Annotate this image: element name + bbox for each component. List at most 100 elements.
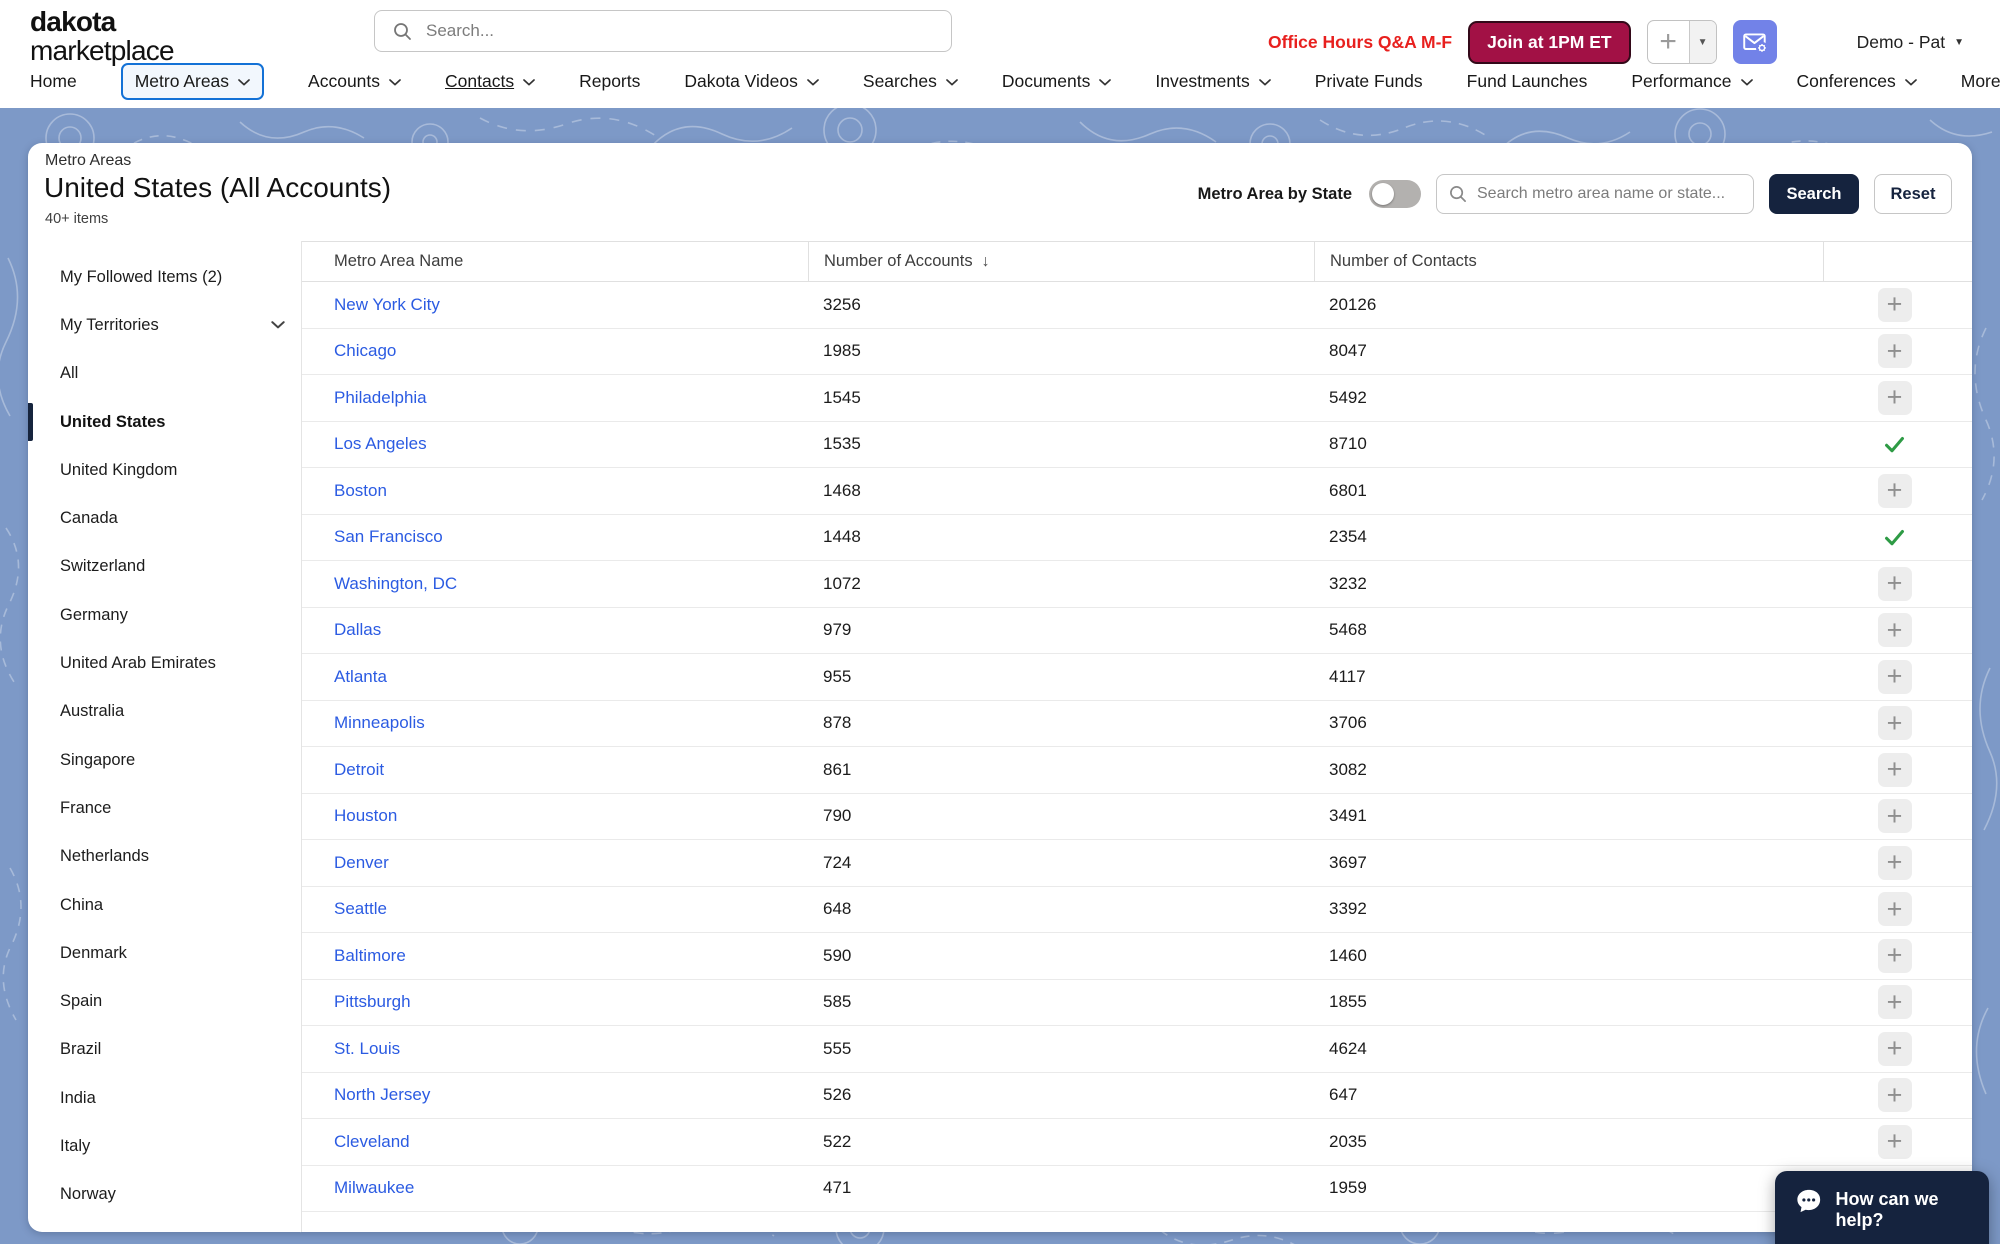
metro-filter-search[interactable]: [1436, 174, 1754, 214]
sidebar-item-spain[interactable]: Spain: [28, 977, 301, 1025]
add-to-followed-button[interactable]: +: [1877, 1031, 1912, 1066]
chevron-down-icon: [389, 78, 401, 85]
metro-area-link[interactable]: Pittsburgh: [334, 992, 411, 1011]
accounts-count-cell: 1985: [823, 341, 861, 361]
metro-area-link[interactable]: Los Angeles: [334, 434, 427, 453]
add-to-followed-button[interactable]: +: [1877, 287, 1912, 322]
metro-area-link[interactable]: Minneapolis: [334, 713, 425, 732]
nav-item-performance[interactable]: Performance: [1631, 71, 1753, 92]
add-to-followed-button[interactable]: +: [1877, 380, 1912, 415]
add-to-followed-button[interactable]: +: [1877, 845, 1912, 880]
add-to-followed-button[interactable]: +: [1877, 892, 1912, 927]
nav-item-searches[interactable]: Searches: [863, 71, 958, 92]
sidebar-item-brazil[interactable]: Brazil: [28, 1026, 301, 1074]
metro-area-link[interactable]: Washington, DC: [334, 574, 457, 593]
sidebar-item-india[interactable]: India: [28, 1074, 301, 1122]
sidebar-item-norway[interactable]: Norway: [28, 1171, 301, 1219]
add-to-followed-button[interactable]: +: [1877, 334, 1912, 369]
nav-item-reports[interactable]: Reports: [579, 71, 640, 92]
add-to-followed-button[interactable]: +: [1877, 1124, 1912, 1159]
sort-desc-icon: ↓: [981, 252, 990, 270]
nav-item-investments[interactable]: Investments: [1155, 71, 1271, 92]
sidebar-item-united-states[interactable]: United States: [28, 398, 301, 446]
accounts-count-cell: 648: [823, 899, 852, 919]
metro-area-link[interactable]: Dallas: [334, 620, 381, 639]
nav-item-private-funds[interactable]: Private Funds: [1315, 71, 1423, 92]
plus-icon: +: [1886, 707, 1903, 738]
metro-filter-input[interactable]: [1477, 185, 1737, 203]
contacts-count-cell: 6801: [1329, 480, 1367, 500]
quick-add-dropdown-button[interactable]: ▼: [1689, 21, 1716, 63]
add-to-followed-button[interactable]: +: [1877, 985, 1912, 1020]
nav-item-documents[interactable]: Documents: [1002, 71, 1112, 92]
sidebar-item-denmark[interactable]: Denmark: [28, 929, 301, 977]
search-button[interactable]: Search: [1769, 174, 1859, 214]
add-to-followed-button[interactable]: +: [1877, 659, 1912, 694]
metro-area-link[interactable]: Milwaukee: [334, 1178, 414, 1197]
metro-area-link[interactable]: St. Louis: [334, 1039, 400, 1058]
metro-area-link[interactable]: Houston: [334, 806, 397, 825]
table-row: Boston 1468 6801 +: [302, 468, 1972, 515]
accounts-count-cell: 1072: [823, 573, 861, 593]
metro-area-link[interactable]: Cleveland: [334, 1132, 410, 1151]
add-to-followed-button[interactable]: +: [1877, 938, 1912, 973]
nav-item-conferences[interactable]: Conferences: [1797, 71, 1917, 92]
nav-item-home[interactable]: Home: [30, 71, 77, 92]
nav-item-accounts[interactable]: Accounts: [308, 71, 401, 92]
add-to-followed-button[interactable]: +: [1877, 799, 1912, 834]
metro-area-link[interactable]: Philadelphia: [334, 388, 427, 407]
sidebar-item-netherlands[interactable]: Netherlands: [28, 833, 301, 881]
column-header-metro-area-name[interactable]: Metro Area Name: [302, 242, 808, 281]
sidebar-item-all[interactable]: All: [28, 350, 301, 398]
sidebar-item-australia[interactable]: Australia: [28, 688, 301, 736]
add-to-followed-button[interactable]: +: [1877, 613, 1912, 648]
nav-item-more[interactable]: More: [1961, 71, 2000, 92]
metro-area-by-state-toggle[interactable]: [1369, 180, 1421, 208]
add-to-followed-button[interactable]: +: [1877, 706, 1912, 741]
add-to-followed-button[interactable]: +: [1877, 1078, 1912, 1113]
chevron-down-icon: [523, 78, 535, 85]
nav-item-metro-areas[interactable]: Metro Areas: [120, 62, 265, 100]
column-header-number-of-contacts[interactable]: Number of Contacts: [1314, 242, 1823, 281]
row-action-cell: [1823, 529, 1972, 546]
global-search-input[interactable]: [426, 21, 906, 41]
sidebar-item-canada[interactable]: Canada: [28, 494, 301, 542]
sidebar-item-united-kingdom[interactable]: United Kingdom: [28, 446, 301, 494]
metro-area-link[interactable]: Baltimore: [334, 946, 406, 965]
sidebar-item-switzerland[interactable]: Switzerland: [28, 543, 301, 591]
sidebar-item-my-followed-items-2[interactable]: My Followed Items (2): [28, 253, 301, 301]
sidebar-item-china[interactable]: China: [28, 881, 301, 929]
metro-area-link[interactable]: Detroit: [334, 760, 384, 779]
add-to-followed-button[interactable]: +: [1877, 473, 1912, 508]
sidebar-item-singapore[interactable]: Singapore: [28, 736, 301, 784]
sidebar-item-united-arab-emirates[interactable]: United Arab Emirates: [28, 639, 301, 687]
add-to-followed-button[interactable]: +: [1877, 566, 1912, 601]
territory-sidebar: My Followed Items (2) My Territories All U…: [28, 241, 302, 1232]
sidebar-item-italy[interactable]: Italy: [28, 1122, 301, 1170]
sidebar-item-germany[interactable]: Germany: [28, 591, 301, 639]
metro-area-link[interactable]: Atlanta: [334, 667, 387, 686]
nav-item-fund-launches[interactable]: Fund Launches: [1467, 71, 1588, 92]
nav-item-dakota-videos[interactable]: Dakota Videos: [684, 71, 819, 92]
nav-item-contacts[interactable]: Contacts: [445, 71, 535, 92]
add-to-followed-button[interactable]: +: [1877, 752, 1912, 787]
metro-area-link[interactable]: Seattle: [334, 899, 387, 918]
contacts-count-cell: 3706: [1329, 713, 1367, 733]
metro-area-link[interactable]: Boston: [334, 481, 387, 500]
sidebar-item-my-territories[interactable]: My Territories: [28, 301, 301, 349]
metro-area-link[interactable]: New York City: [334, 295, 440, 314]
metro-area-link[interactable]: Denver: [334, 853, 389, 872]
column-header-number-of-accounts[interactable]: Number of Accounts ↓: [808, 242, 1314, 281]
metro-area-link[interactable]: Chicago: [334, 341, 396, 360]
accounts-count-cell: 878: [823, 713, 852, 733]
metro-area-link[interactable]: San Francisco: [334, 527, 443, 546]
sidebar-item-label: My Territories: [60, 315, 159, 334]
global-search[interactable]: [374, 10, 952, 52]
help-chat-button[interactable]: How can we help?: [1775, 1171, 1989, 1244]
user-menu[interactable]: Demo - Pat ▼: [1857, 32, 1964, 53]
metro-area-link[interactable]: North Jersey: [334, 1085, 430, 1104]
reset-button[interactable]: Reset: [1874, 174, 1952, 214]
sidebar-item-france[interactable]: France: [28, 784, 301, 832]
brand-logo: dakota marketplace: [30, 7, 175, 65]
quick-add-button[interactable]: +: [1648, 21, 1690, 63]
